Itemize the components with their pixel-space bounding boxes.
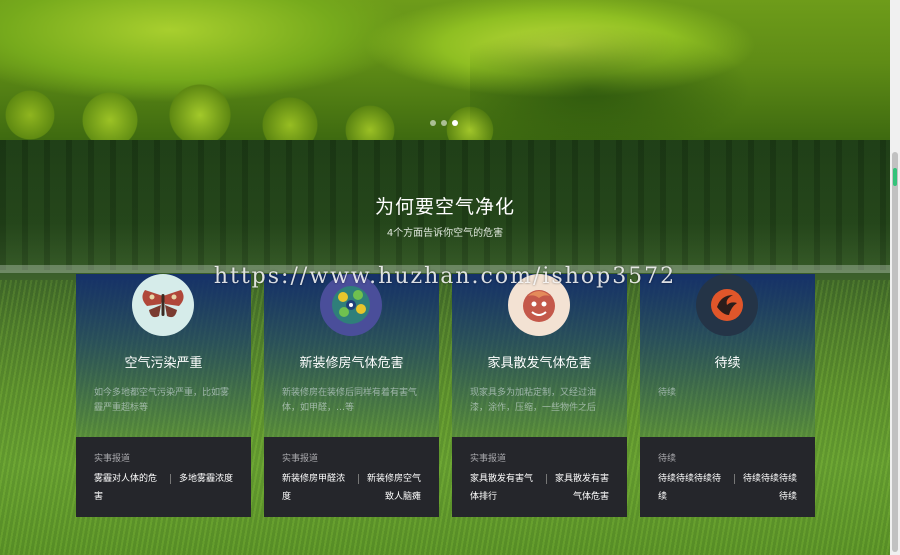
- news-separator: [734, 474, 735, 484]
- scrollbar-indicator: [893, 168, 897, 186]
- card-new-decoration[interactable]: 新装修房气体危害 新装修房在装修后同样有着有害气体，如甲醛，…等 实事报道 新装…: [264, 274, 439, 517]
- card-description: 现家具多为加粘定制，又经过油漆，涂作，压缩，一些物件之后: [470, 388, 597, 413]
- news-link[interactable]: 多地雾霾浓度: [177, 470, 233, 506]
- news-row: 雾霾对人体的危害 多地雾霾浓度: [94, 470, 233, 506]
- section-subtitle: 4个方面告诉你空气的危害: [386, 228, 504, 239]
- news-separator: [546, 474, 547, 484]
- card-news: 实事报道 家具散发有害气体排行 家具散发有害气体危害: [452, 437, 627, 517]
- hazard-cards: 空气污染严重 如今多地都空气污染严重，比如雾霾严重超标等 实事报道 雾霾对人体的…: [76, 274, 815, 517]
- news-row: 家具散发有害气体排行 家具散发有害气体危害: [470, 470, 609, 506]
- card-air-pollution[interactable]: 空气污染严重 如今多地都空气污染严重，比如雾霾严重超标等 实事报道 雾霾对人体的…: [76, 274, 251, 517]
- carousel-dot-3[interactable]: [452, 120, 458, 126]
- news-label: 实事报道: [94, 454, 131, 464]
- news-link[interactable]: 家具散发有害气体危害: [553, 470, 609, 506]
- card-top: 家具散发气体危害 现家具多为加粘定制，又经过油漆，涂作，压缩，一些物件之后: [452, 274, 627, 437]
- news-link[interactable]: 家具散发有害气体排行: [470, 470, 540, 506]
- card-description: 待续: [658, 388, 677, 398]
- card-news: 实事报道 新装修房甲醛浓度 新装修房空气致人脑瘫: [264, 437, 439, 517]
- scrollbar-thumb[interactable]: [892, 152, 898, 552]
- carousel-dot-2[interactable]: [441, 120, 447, 126]
- news-row: 待续待续待续待续 待续待续待续待续: [658, 470, 797, 506]
- news-link[interactable]: 待续待续待续待续: [741, 470, 797, 506]
- card-title: 待续: [714, 356, 741, 371]
- card-title: 新装修房气体危害: [299, 356, 404, 371]
- news-link[interactable]: 新装修房空气致人脑瘫: [365, 470, 421, 506]
- air-purification-section: 为何要空气净化 4个方面告诉你空气的危害 https://www.huzhan.…: [0, 140, 890, 555]
- section-title: 为何要空气净化: [374, 196, 515, 218]
- carousel-dots: [430, 120, 458, 126]
- hero-shade: [470, 0, 890, 140]
- news-separator: [358, 474, 359, 484]
- page-scrollbar[interactable]: [890, 0, 900, 555]
- card-title: 空气污染严重: [124, 356, 203, 371]
- card-description: 如今多地都空气污染严重，比如雾霾严重超标等: [94, 388, 230, 413]
- card-top: 空气污染严重 如今多地都空气污染严重，比如雾霾严重超标等: [76, 274, 251, 437]
- carousel-dot-1[interactable]: [430, 120, 436, 126]
- watermark: https://www.huzhan.com/ishop3572: [213, 264, 677, 289]
- card-top: 待续 待续: [640, 274, 815, 437]
- card-furniture-gas[interactable]: 家具散发气体危害 现家具多为加粘定制，又经过油漆，涂作，压缩，一些物件之后 实事…: [452, 274, 627, 517]
- news-label: 实事报道: [470, 454, 507, 464]
- news-link[interactable]: 待续待续待续待续: [658, 470, 728, 506]
- news-row: 新装修房甲醛浓度 新装修房空气致人脑瘫: [282, 470, 421, 506]
- news-label: 待续: [658, 454, 677, 464]
- card-description: 新装修房在装修后同样有着有害气体，如甲醛，…等: [282, 388, 418, 413]
- card-to-be-continued[interactable]: 待续 待续 待续 待续待续待续待续 待续待续待续待续: [640, 274, 815, 517]
- card-news: 实事报道 雾霾对人体的危害 多地雾霾浓度: [76, 437, 251, 517]
- card-news: 待续 待续待续待续待续 待续待续待续待续: [640, 437, 815, 517]
- news-separator: [170, 474, 171, 484]
- news-link[interactable]: 新装修房甲醛浓度: [282, 470, 352, 506]
- card-title: 家具散发气体危害: [487, 356, 592, 371]
- news-label: 实事报道: [282, 454, 319, 464]
- news-link[interactable]: 雾霾对人体的危害: [94, 470, 164, 506]
- card-top: 新装修房气体危害 新装修房在装修后同样有着有害气体，如甲醛，…等: [264, 274, 439, 437]
- hero-banner: [0, 0, 890, 140]
